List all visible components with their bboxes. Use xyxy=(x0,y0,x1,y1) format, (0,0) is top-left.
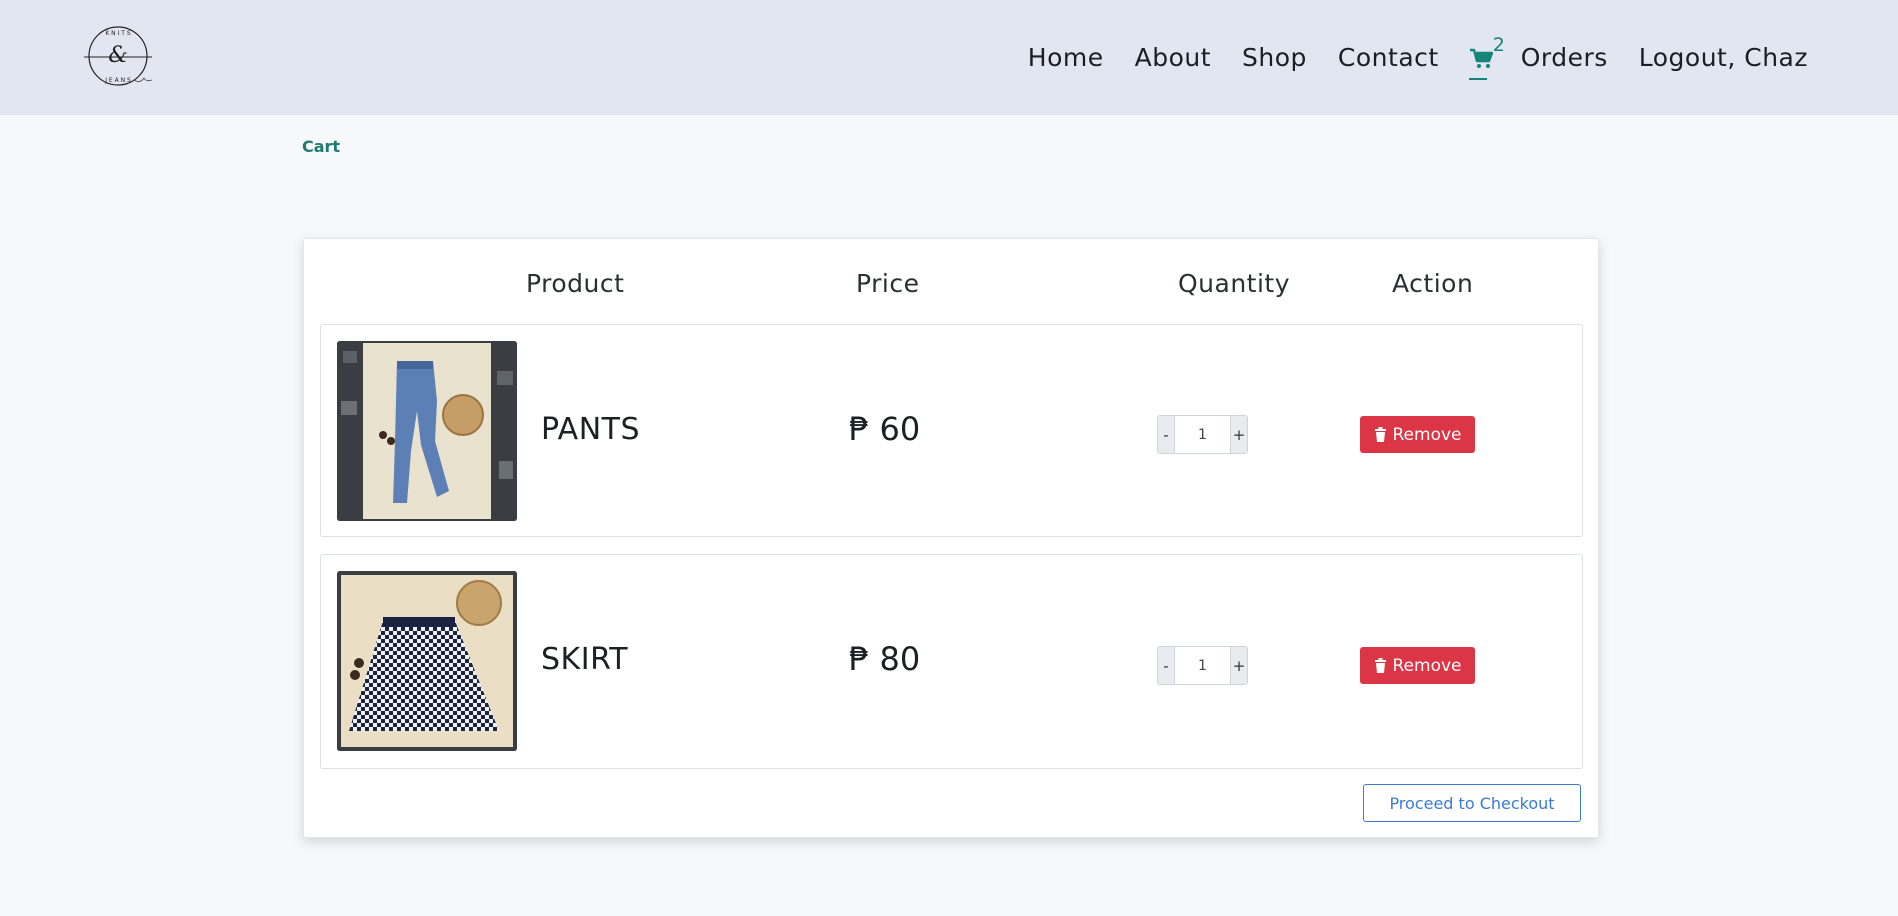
trash-icon xyxy=(1374,427,1386,442)
svg-text:&: & xyxy=(108,43,128,68)
active-underline xyxy=(1468,77,1487,80)
nav-about[interactable]: About xyxy=(1135,43,1211,72)
quantity-stepper: - + xyxy=(1157,646,1248,685)
remove-button[interactable]: Remove xyxy=(1360,416,1475,453)
remove-label: Remove xyxy=(1392,424,1462,445)
svg-text:K N I T S: K N I T S xyxy=(105,30,130,37)
shopping-cart-icon xyxy=(1469,48,1493,68)
navbar: & K N I T S J E A N S Home About Shop Co… xyxy=(0,0,1898,115)
quantity-increase-button[interactable]: + xyxy=(1230,647,1247,684)
main-nav: Home About Shop Contact 2 Orders Logout,… xyxy=(997,0,1808,115)
nav-orders[interactable]: Orders xyxy=(1521,43,1608,72)
cart-row: PANTS ₱ 60 - + Remove xyxy=(320,324,1583,537)
proceed-to-checkout-button[interactable]: Proceed to Checkout xyxy=(1363,784,1581,822)
header-price: Price xyxy=(856,269,920,298)
quantity-stepper: - + xyxy=(1157,415,1248,454)
quantity-decrease-button[interactable]: - xyxy=(1158,416,1175,453)
nav-contact[interactable]: Contact xyxy=(1338,43,1439,72)
remove-button[interactable]: Remove xyxy=(1360,647,1475,684)
cart-count-badge: 2 xyxy=(1492,33,1505,56)
nav-home[interactable]: Home xyxy=(1028,43,1104,72)
quantity-decrease-button[interactable]: - xyxy=(1158,647,1175,684)
quantity-increase-button[interactable]: + xyxy=(1230,416,1247,453)
product-image-skirt xyxy=(337,571,517,751)
product-price: ₱ 80 xyxy=(849,640,921,678)
cart-card: Product Price Quantity Action PANTS ₱ 60… xyxy=(303,238,1599,838)
header-quantity: Quantity xyxy=(1178,269,1291,298)
quantity-input[interactable] xyxy=(1175,416,1230,453)
header-action: Action xyxy=(1392,269,1474,298)
svg-text:J E A N S: J E A N S xyxy=(104,77,131,84)
header-product: Product xyxy=(526,269,625,298)
product-price: ₱ 60 xyxy=(849,410,921,448)
nav-cart[interactable]: 2 xyxy=(1468,34,1507,80)
remove-label: Remove xyxy=(1392,655,1462,676)
brand-logo[interactable]: & K N I T S J E A N S xyxy=(82,24,156,88)
nav-logout[interactable]: Logout, Chaz xyxy=(1639,43,1808,72)
product-name: PANTS xyxy=(541,412,641,447)
product-image-pants xyxy=(337,341,517,521)
trash-icon xyxy=(1374,658,1386,673)
nav-shop[interactable]: Shop xyxy=(1242,43,1307,72)
breadcrumb[interactable]: Cart xyxy=(302,137,340,156)
quantity-input[interactable] xyxy=(1175,647,1230,684)
cart-row: SKIRT ₱ 80 - + Remove xyxy=(320,554,1583,769)
product-name: SKIRT xyxy=(541,642,629,677)
